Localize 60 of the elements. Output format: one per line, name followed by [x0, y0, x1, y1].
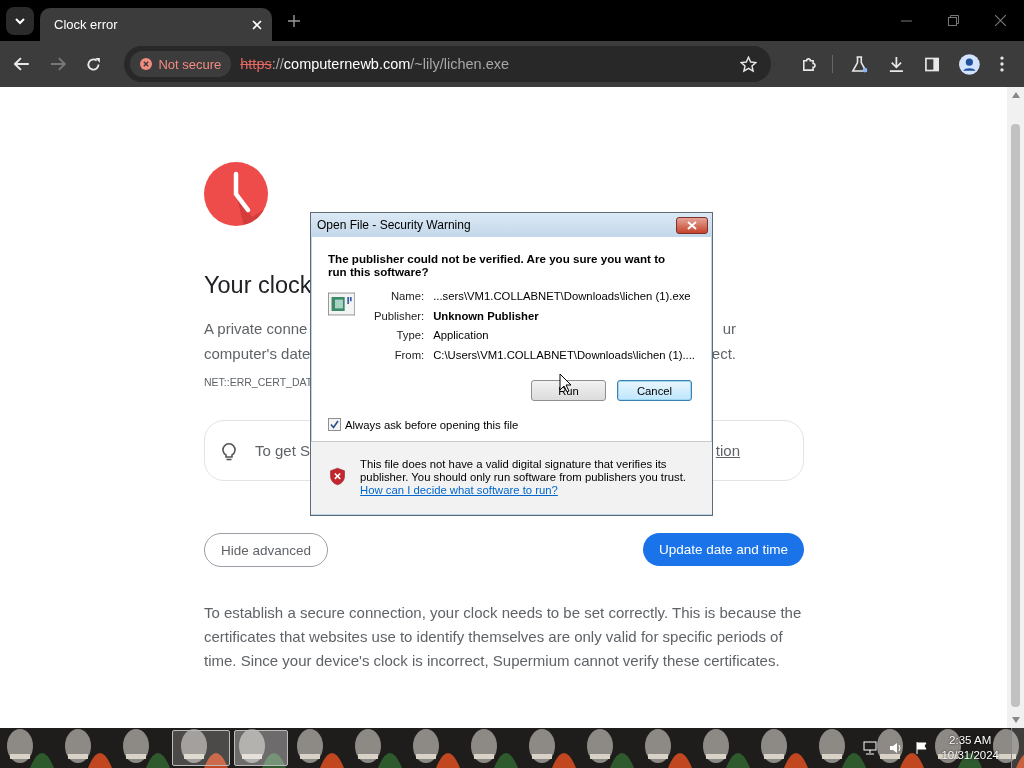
- application-icon: [328, 291, 356, 317]
- update-date-time-button[interactable]: Update date and time: [642, 533, 804, 566]
- dialog-close-button[interactable]: [676, 216, 708, 234]
- error-code: NET::ERR_CERT_DAT: [204, 376, 313, 388]
- hide-advanced-button[interactable]: Hide advanced: [204, 533, 329, 567]
- volume-icon[interactable]: [889, 741, 904, 755]
- scroll-down-icon[interactable]: [1011, 717, 1020, 723]
- show-desktop-button[interactable]: [1011, 728, 1024, 768]
- scroll-up-icon[interactable]: [1011, 92, 1020, 98]
- tab-search-button[interactable]: [6, 6, 34, 35]
- warning-text: This file does not have a valid digital signature that verifies its publisher. You should only run software from publishers you trust.: [360, 458, 687, 484]
- forward-icon[interactable]: [49, 57, 66, 71]
- back-icon[interactable]: [14, 57, 30, 71]
- field-value: Unknown Publisher: [433, 308, 540, 324]
- taskbar-button[interactable]: [234, 730, 288, 766]
- flag-icon[interactable]: [915, 741, 930, 755]
- tip-link[interactable]: tion: [715, 442, 740, 459]
- taskbar-button[interactable]: [172, 730, 230, 766]
- tip-text: To get S: [255, 442, 311, 459]
- dialog-title: Open File - Security Warning: [317, 218, 471, 232]
- bookmark-star-icon[interactable]: [740, 55, 758, 73]
- close-icon: [687, 220, 697, 230]
- field-label: Publisher:: [372, 308, 425, 324]
- side-panel-icon[interactable]: [924, 56, 940, 72]
- security-chip[interactable]: Not secure: [130, 51, 232, 77]
- field-value: ...sers\VM1.COLLABNET\Downloads\lichen (1).exe: [433, 289, 692, 304]
- field-label: Type:: [395, 328, 425, 344]
- paragraph-text: ect.: [711, 344, 736, 364]
- new-tab-icon[interactable]: [288, 14, 300, 27]
- field-value: Application: [433, 328, 490, 344]
- taskbar-time: 2:35 AM: [949, 733, 992, 748]
- clock-icon: [204, 162, 268, 226]
- error-icon: [140, 58, 153, 70]
- paragraph-text: A private conne: [204, 319, 308, 339]
- page-heading: Your clock: [204, 271, 312, 300]
- dialog-headline: The publisher could not be verified. Are you sure you want to run this software?: [328, 252, 667, 278]
- field-label: Name:: [389, 289, 425, 304]
- reload-icon[interactable]: [85, 56, 101, 72]
- field-value: C:\Users\VM1.COLLABNET\Downloads\lichen (1)....: [433, 347, 695, 363]
- address-bar[interactable]: Not secure https://computernewb.com/~lily/lichen.exe: [124, 46, 772, 82]
- network-icon[interactable]: [863, 741, 878, 755]
- checkbox[interactable]: [328, 418, 341, 432]
- always-ask-checkbox[interactable]: Always ask before opening this file: [328, 418, 695, 432]
- dialog-button[interactable]: Cancel: [617, 380, 692, 402]
- download-icon[interactable]: [887, 55, 905, 73]
- lightbulb-icon: [222, 440, 236, 461]
- extensions-icon[interactable]: [801, 55, 818, 73]
- field-label: From:: [393, 347, 425, 363]
- browser-tab[interactable]: Clock error: [40, 8, 272, 41]
- scrollbar-thumb[interactable]: [1011, 124, 1020, 707]
- help-link[interactable]: How can I decide what software to run?: [360, 484, 558, 496]
- url-text: https://computernewb.com/~lily/lichen.exe: [240, 56, 510, 72]
- menu-icon[interactable]: [1000, 56, 1004, 72]
- restore-icon[interactable]: [948, 15, 959, 26]
- flask-icon[interactable]: [850, 55, 868, 73]
- paragraph-text: ur: [722, 319, 736, 339]
- explanation-text: To establish a secure connection, your clock needs to be set correctly. This is because the certificates that websites use to identify themselves are only valid for specific periods of time. Since your device's clock is incorrect, Supermium cannot verify these certificates.: [204, 603, 803, 671]
- profile-avatar-icon[interactable]: [959, 53, 981, 75]
- chevron-down-icon: [14, 16, 26, 25]
- paragraph-text: computer's date: [204, 344, 311, 364]
